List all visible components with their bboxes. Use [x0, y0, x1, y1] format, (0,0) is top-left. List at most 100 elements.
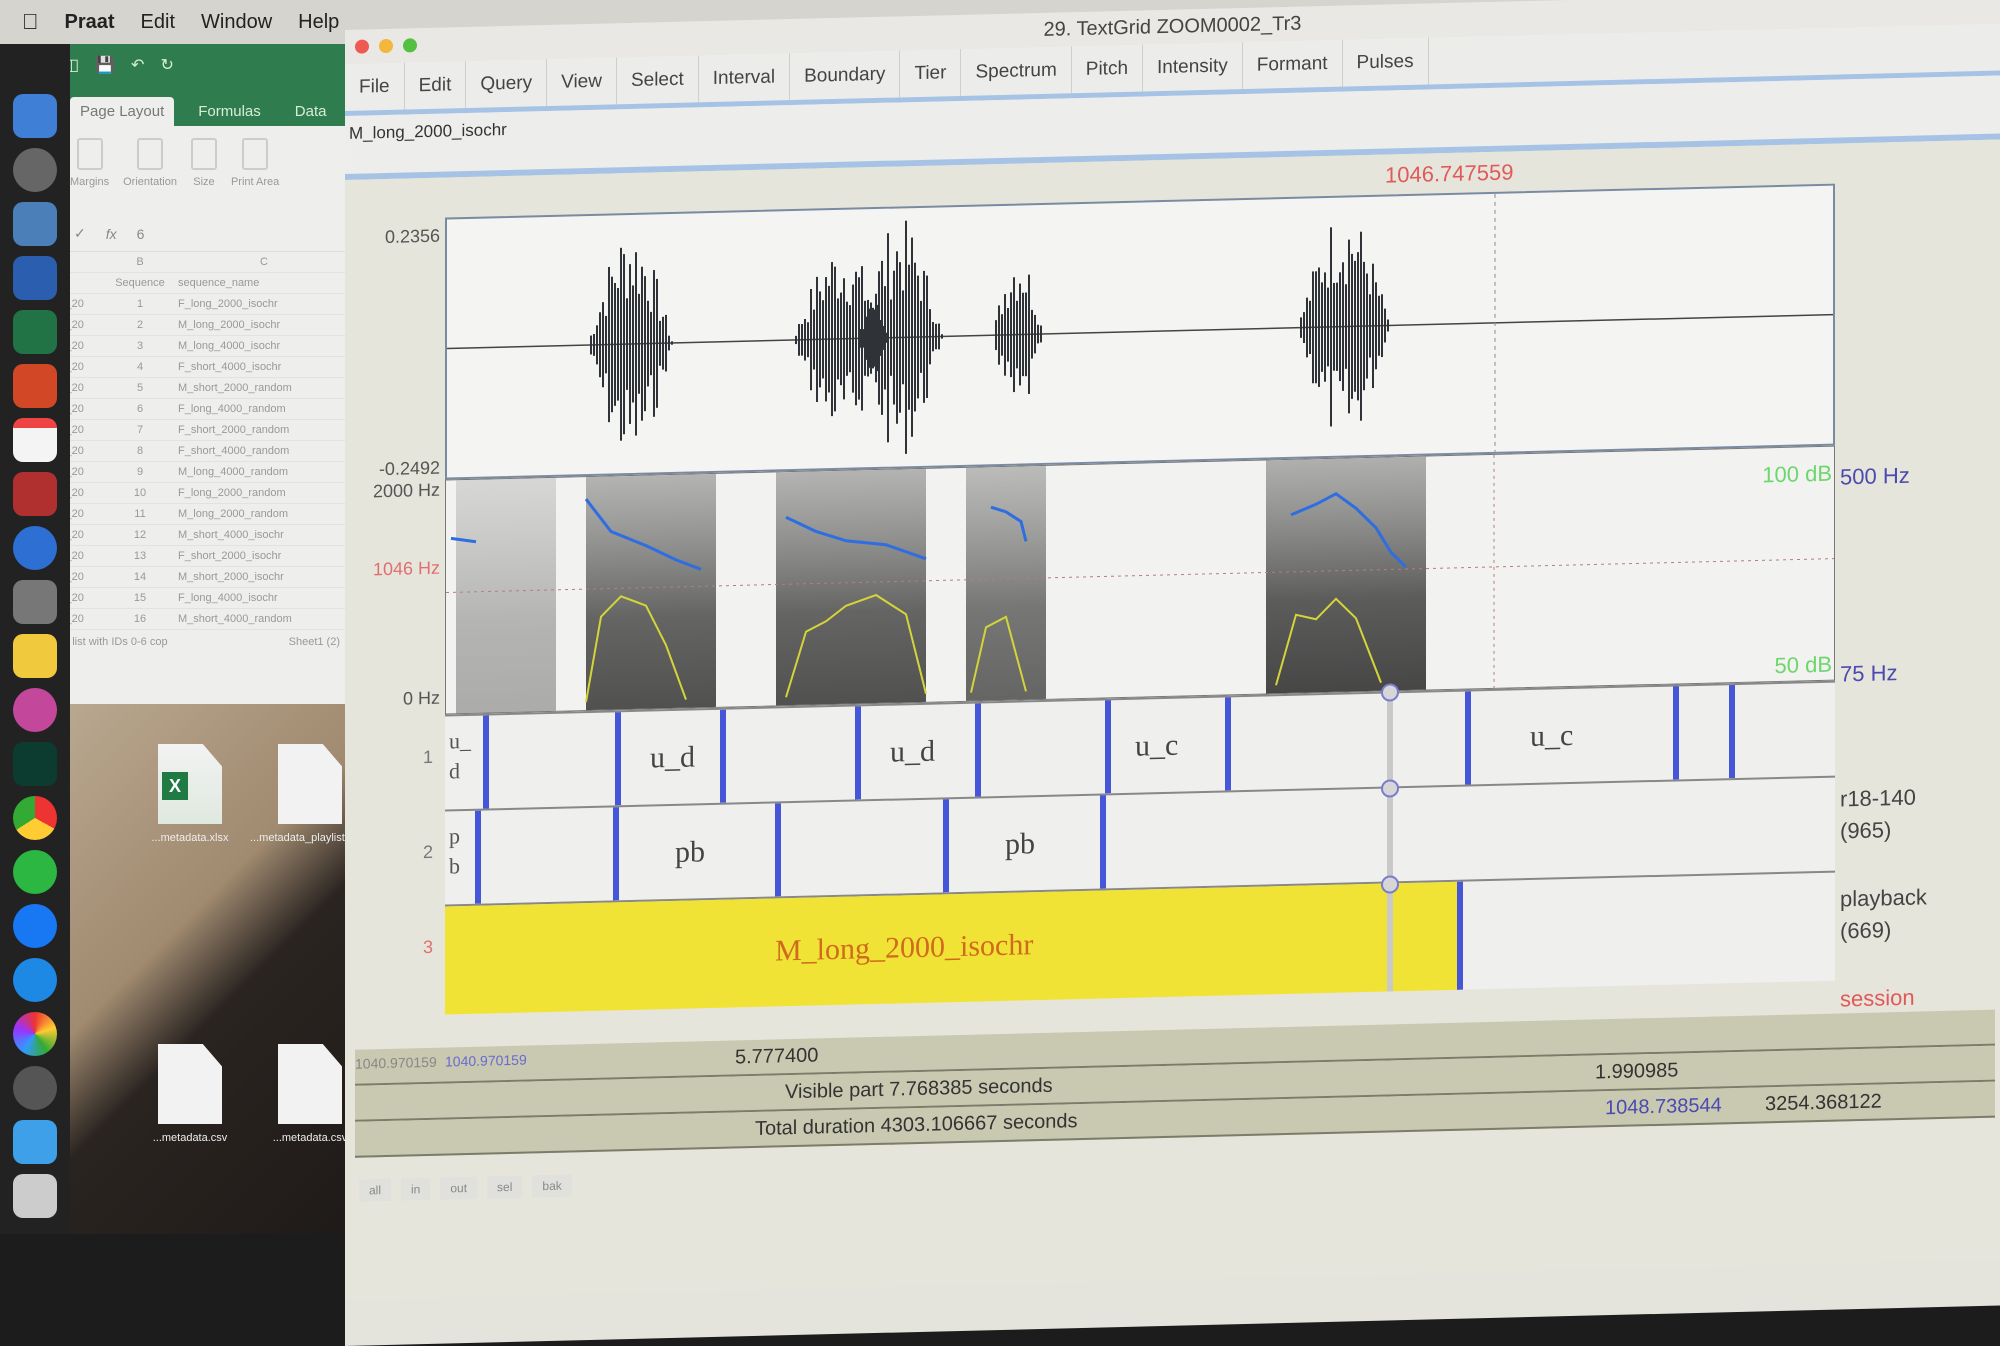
interval-label[interactable]: u_c: [1530, 719, 1573, 754]
cell-c[interactable]: F_long_2000_isochr: [170, 298, 350, 310]
cell-b[interactable]: 11: [110, 508, 170, 520]
app-icon[interactable]: [13, 580, 57, 624]
menu-tier[interactable]: Tier: [900, 48, 962, 98]
orientation-button[interactable]: Orientation: [123, 138, 177, 204]
save-icon[interactable]: 💾: [95, 55, 115, 75]
waveform-panel[interactable]: [445, 183, 1835, 480]
sound-editor-area[interactable]: 1046.747559 0.2356 -0.2492 2000 Hz 1046 …: [345, 139, 2000, 1300]
desktop-file[interactable]: ...metadata.csv: [130, 1044, 250, 1144]
cell-header-sequence[interactable]: Sequence: [110, 277, 170, 289]
interval-boundary[interactable]: [613, 807, 619, 901]
table-row[interactable]: k_20 6 F_long_4000_random: [50, 399, 350, 420]
cell-b[interactable]: 2: [110, 319, 170, 331]
cell-c[interactable]: M_long_4000_isochr: [170, 340, 350, 352]
table-row[interactable]: k_20 10 F_long_2000_random: [50, 483, 350, 504]
interval-boundary[interactable]: [1673, 686, 1679, 780]
cell-b[interactable]: 1: [110, 298, 170, 310]
cell-c[interactable]: M_short_4000_isochr: [170, 529, 350, 541]
table-row[interactable]: k_20 14 M_short_2000_isochr: [50, 567, 350, 588]
paint-icon[interactable]: [13, 688, 57, 732]
sheet-tab-sheet1[interactable]: Sheet1 (2): [289, 636, 340, 648]
cell-c[interactable]: M_long_2000_isochr: [170, 319, 350, 331]
cell-c[interactable]: F_short_4000_random: [170, 445, 350, 457]
size-button[interactable]: Size: [190, 138, 217, 204]
table-row[interactable]: k_20 16 M_short_4000_random: [50, 609, 350, 630]
interval-boundary[interactable]: [1729, 685, 1735, 779]
cell-b[interactable]: 16: [110, 613, 170, 625]
cell-b[interactable]: 15: [110, 592, 170, 604]
table-row[interactable]: k_20 7 F_short_2000_random: [50, 420, 350, 441]
calendar-icon[interactable]: [13, 418, 57, 462]
margins-button[interactable]: Margins: [70, 138, 109, 204]
checkmark-icon[interactable]: ✓: [74, 225, 86, 242]
redo-icon[interactable]: ↻: [160, 55, 173, 75]
interval-boundary[interactable]: [1105, 700, 1111, 794]
interval-boundary[interactable]: [943, 799, 949, 893]
sheet-tab-list[interactable]: ... list with IDs 0-6 cop: [60, 636, 168, 648]
undo-icon[interactable]: ↶: [131, 55, 144, 75]
downloads-folder-icon[interactable]: [13, 1120, 57, 1164]
cell-b[interactable]: 7: [110, 424, 170, 436]
finder-icon[interactable]: [13, 94, 57, 138]
table-row[interactable]: k_20 9 M_long_4000_random: [50, 462, 350, 483]
table-row[interactable]: k_20 8 F_short_4000_random: [50, 441, 350, 462]
interval-boundary[interactable]: [483, 715, 489, 809]
menu-select[interactable]: Select: [616, 55, 699, 105]
cell-c[interactable]: M_short_2000_random: [170, 382, 350, 394]
cell-c[interactable]: M_short_2000_isochr: [170, 571, 350, 583]
powerpoint-icon[interactable]: [13, 364, 57, 408]
table-row[interactable]: k_20 4 F_short_4000_isochr: [50, 357, 350, 378]
menu-interval[interactable]: Interval: [698, 53, 791, 103]
trash-icon[interactable]: [13, 1174, 57, 1218]
interval-boundary[interactable]: [1465, 691, 1471, 785]
interval-boundary[interactable]: [475, 810, 481, 904]
cell-b[interactable]: 4: [110, 361, 170, 373]
menu-boundary[interactable]: Boundary: [790, 50, 901, 101]
cell-c[interactable]: F_short_2000_random: [170, 424, 350, 436]
lightroom-icon[interactable]: [13, 742, 57, 786]
menubar-app-praat[interactable]: Praat: [65, 11, 115, 34]
menu-query[interactable]: Query: [466, 59, 548, 109]
menu-pulses[interactable]: Pulses: [1342, 37, 1429, 87]
table-row[interactable]: k_20 5 M_short_2000_random: [50, 378, 350, 399]
cell-b[interactable]: 13: [110, 550, 170, 562]
table-row[interactable]: k_20 2 M_long_2000_isochr: [50, 315, 350, 336]
table-row[interactable]: k_20 12 M_short_4000_isochr: [50, 525, 350, 546]
excel-icon[interactable]: [13, 310, 57, 354]
cell-b[interactable]: 3: [110, 340, 170, 352]
whatsapp-icon[interactable]: [13, 850, 57, 894]
python-icon[interactable]: [13, 634, 57, 678]
cell-b[interactable]: 14: [110, 571, 170, 583]
menu-file[interactable]: File: [345, 62, 405, 111]
cell-b[interactable]: 12: [110, 529, 170, 541]
cell-b[interactable]: 8: [110, 445, 170, 457]
menu-pitch[interactable]: Pitch: [1071, 44, 1144, 94]
interval-boundary[interactable]: [1457, 881, 1463, 990]
cell-b[interactable]: 5: [110, 382, 170, 394]
table-row[interactable]: k_20 1 F_long_2000_isochr: [50, 294, 350, 315]
tab-page-layout[interactable]: Page Layout: [70, 97, 175, 126]
interval-label[interactable]: u_c: [1135, 729, 1178, 764]
menubar-window[interactable]: Window: [201, 11, 272, 34]
zoom-selection-button[interactable]: sel: [487, 1175, 523, 1199]
zoom-back-button[interactable]: bak: [532, 1174, 572, 1198]
playback-cursor-line[interactable]: [1387, 691, 1393, 992]
print-area-button[interactable]: Print Area: [231, 138, 279, 204]
messenger-icon[interactable]: [13, 904, 57, 948]
menu-spectrum[interactable]: Spectrum: [961, 46, 1072, 96]
interval-boundary[interactable]: [615, 712, 621, 806]
column-header-b[interactable]: B: [110, 256, 170, 268]
cell-c[interactable]: F_long_4000_random: [170, 403, 350, 415]
table-row[interactable]: k_20 13 F_short_2000_isochr: [50, 546, 350, 567]
interval-boundary[interactable]: [720, 709, 726, 803]
cell-b[interactable]: 9: [110, 466, 170, 478]
settings-icon[interactable]: [13, 1066, 57, 1110]
desktop-file[interactable]: ...metadata.xlsx: [130, 744, 250, 844]
tab-formulas[interactable]: Formulas: [188, 97, 271, 126]
cell-c[interactable]: F_long_2000_random: [170, 487, 350, 499]
menu-view[interactable]: View: [547, 57, 617, 107]
selected-interval-label[interactable]: M_long_2000_isochr: [775, 928, 1033, 968]
menubar-edit[interactable]: Edit: [141, 11, 175, 34]
word-icon[interactable]: [13, 256, 57, 300]
launchpad-icon[interactable]: [13, 148, 57, 192]
